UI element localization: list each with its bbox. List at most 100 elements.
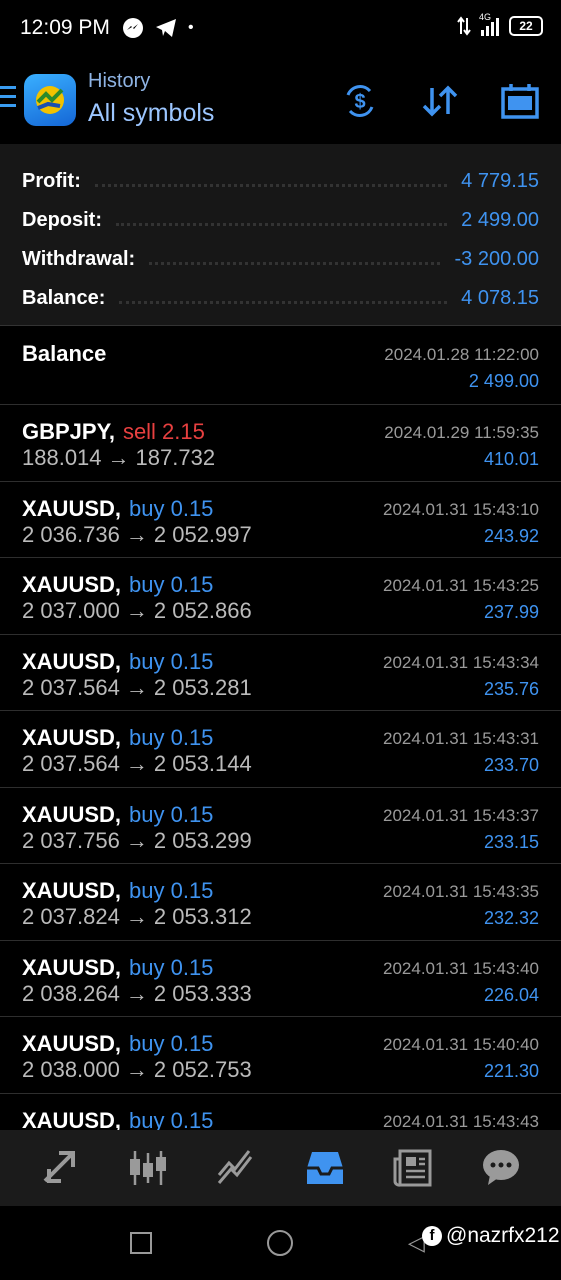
deal-symbol: XAUUSD, buy 0.15 <box>22 572 213 598</box>
deal-profit: 243.92 <box>483 525 539 546</box>
deal-symbol: XAUUSD, buy 0.15 <box>22 725 213 751</box>
title-block[interactable]: History All symbols <box>88 70 214 128</box>
nav-news[interactable] <box>391 1146 435 1190</box>
summary-label: Balance: <box>22 287 106 309</box>
deal-profit: 233.15 <box>483 831 539 852</box>
dotted-leader <box>119 301 448 304</box>
deal-row[interactable]: XAUUSD, buy 0.15 2 037.564 → 2 053.281 2024.0… <box>0 635 561 711</box>
calendar-button[interactable] <box>499 80 541 122</box>
trend-icon <box>218 1150 253 1184</box>
close-price: 2 052.997 <box>153 521 252 547</box>
arrow-icon: → <box>125 1057 148 1082</box>
open-price: 188.014 <box>22 445 102 470</box>
metatrader-logo[interactable] <box>24 74 76 126</box>
deal-prices: 2 037.564 → 2 053.144 <box>22 751 252 777</box>
deal-row[interactable]: XAUUSD, buy 0.15 2 038.264 → 2 053.333 2024.0… <box>0 941 561 1017</box>
symbol-filter[interactable]: All symbols <box>88 99 214 128</box>
deal-prices: 2 037.564 → 2 053.281 <box>22 675 252 701</box>
inbox-icon <box>306 1152 343 1184</box>
deal-prices: 188.014 → 187.732 <box>22 445 215 471</box>
deal-date: 2024.01.29 11:59:35 <box>384 423 539 442</box>
summary-label: Deposit: <box>22 209 102 231</box>
close-price: 2 053.312 <box>153 904 252 929</box>
nav-chat[interactable] <box>479 1146 523 1190</box>
summary-label: Profit: <box>22 170 81 192</box>
deal-prices: 2 038.264 → 2 053.333 <box>22 981 252 1007</box>
deal-side: buy 0.15 <box>129 572 214 597</box>
deal-row[interactable]: XAUUSD, buy 0.15 2 037.824 → 2 053.312 2024.0… <box>0 864 561 941</box>
arrow-icon: → <box>125 904 148 929</box>
deal-side: buy 0.15 <box>129 1107 214 1131</box>
arrow-icon: → <box>125 827 148 853</box>
deal-date: 2024.01.31 15:43:25 <box>383 576 539 595</box>
facebook-icon: f <box>422 1226 442 1246</box>
signal-icon: 4G <box>479 12 501 36</box>
symbol-name: XAUUSD, <box>22 725 122 750</box>
deal-date: 2024.01.31 15:43:34 <box>383 652 539 672</box>
deal-side: sell 2.15 <box>122 419 205 444</box>
deal-profit: 221.30 <box>483 1061 539 1081</box>
home-button[interactable] <box>267 1230 293 1256</box>
close-price: 2 053.144 <box>153 751 252 776</box>
arrow-icon: → <box>125 598 148 623</box>
open-price: 2 037.756 <box>22 827 120 853</box>
nav-chart[interactable] <box>126 1146 170 1190</box>
deal-row[interactable]: XAUUSD, buy 0.15 2 037.564 → 2 053.144 2024.0… <box>0 711 561 788</box>
messenger-icon <box>123 18 143 38</box>
deal-profit: 237.99 <box>483 602 539 622</box>
deal-profit: 410.01 <box>483 449 539 469</box>
summary-withdrawal: Withdrawal: -3 200.00 <box>22 240 539 279</box>
sort-button[interactable] <box>419 80 461 122</box>
deal-symbol: XAUUSD, buy 0.15 <box>22 802 213 828</box>
deal-amount: 2 499.00 <box>468 371 539 391</box>
symbol-name: XAUUSD, <box>22 1031 122 1056</box>
dollar-refresh-icon: $ <box>346 85 374 117</box>
system-nav-bar: ◁ f @nazrfx212 <box>0 1206 561 1280</box>
close-price: 2 053.281 <box>153 674 252 700</box>
deposit-withdrawal-button[interactable]: $ <box>339 80 381 122</box>
notification-icons: • <box>122 17 194 39</box>
balance-entry[interactable]: Balance 2024.01.28 11:22:00 2 499.00 <box>0 327 561 405</box>
summary-deposit: Deposit: 2 499.00 <box>22 201 539 240</box>
deal-row[interactable]: XAUUSD, buy 0.15 2 037.000 → 2 052.866 2024.0… <box>0 558 561 635</box>
deal-row[interactable]: XAUUSD, buy 0.15 2 038.000 → 2 052.753 2024.0… <box>0 1017 561 1094</box>
candlestick-icon <box>130 1151 167 1185</box>
symbol-name: XAUUSD, <box>22 1107 122 1131</box>
symbol-name: XAUUSD, <box>22 878 122 903</box>
deal-prices: 2 036.736 → 2 052.997 <box>22 522 252 548</box>
status-bar: 12:09 PM • 4G 22 <box>0 0 561 58</box>
symbol-name: XAUUSD, <box>22 648 122 674</box>
deal-row[interactable]: XAUUSD, buy 0.15 2024.01.31 15:43:43 <box>0 1094 561 1131</box>
watermark-handle: @nazrfx212 <box>446 1224 560 1247</box>
status-right: 4G 22 <box>457 12 543 36</box>
deal-row[interactable]: XAUUSD, buy 0.15 2 036.736 → 2 052.997 2024.0… <box>0 482 561 558</box>
deal-date: 2024.01.31 15:43:40 <box>383 958 539 978</box>
calendar-icon <box>501 84 539 119</box>
recents-button[interactable] <box>130 1232 152 1254</box>
deal-profit: 226.04 <box>483 984 539 1005</box>
deal-symbol: GBPJPY, sell 2.15 <box>22 419 205 445</box>
close-price: 2 052.866 <box>153 598 252 623</box>
deal-row[interactable]: XAUUSD, buy 0.15 2 037.756 → 2 053.299 2024.0… <box>0 788 561 864</box>
deal-date: 2024.01.31 15:43:10 <box>383 499 539 519</box>
summary-profit: Profit: 4 779.15 <box>22 162 539 201</box>
newspaper-icon <box>393 1149 432 1187</box>
deal-date: 2024.01.31 15:40:40 <box>383 1035 539 1054</box>
nav-quotes[interactable] <box>38 1146 82 1190</box>
open-price: 2 038.264 <box>22 980 120 1006</box>
summary-balance: Balance: 4 078.15 <box>22 279 539 318</box>
deal-date: 2024.01.31 15:43:35 <box>383 882 539 901</box>
symbol-name: GBPJPY, <box>22 419 115 444</box>
summary-value: 4 078.15 <box>461 287 539 309</box>
symbol-name: XAUUSD, <box>22 954 122 980</box>
deal-prices: 2 037.824 → 2 053.312 <box>22 904 252 930</box>
dotted-leader <box>116 223 448 226</box>
symbol-name: XAUUSD, <box>22 495 122 521</box>
menu-icon[interactable] <box>0 86 16 113</box>
section-title: History <box>88 70 151 92</box>
deal-row[interactable]: GBPJPY, sell 2.15 188.014 → 187.732 2024.01.2… <box>0 405 561 482</box>
nav-trade[interactable] <box>214 1146 258 1190</box>
nav-history[interactable] <box>303 1146 347 1190</box>
watermark: f @nazrfx212 <box>422 1224 560 1248</box>
deal-side: buy 0.15 <box>129 954 214 980</box>
